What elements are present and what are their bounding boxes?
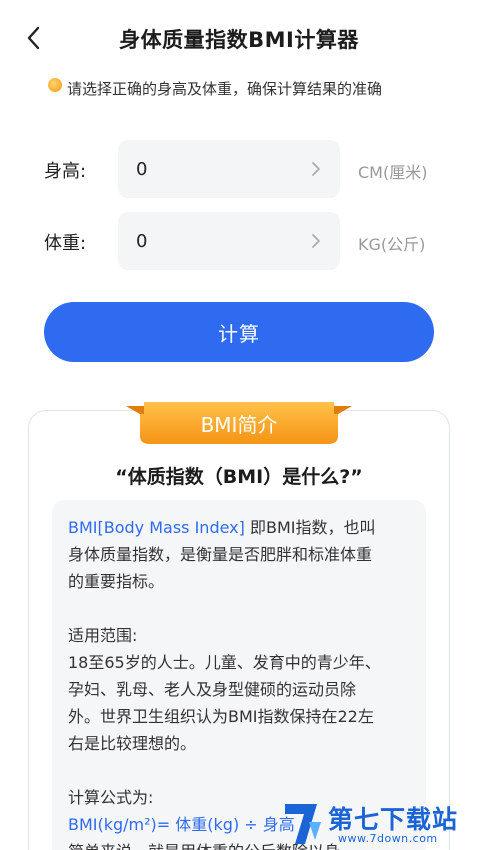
bulb-icon — [48, 78, 62, 92]
header: 身体质量指数BMI计算器 — [0, 0, 478, 80]
intro-line-1: BMI[Body Mass Index] 即BMI指数，也叫 — [68, 514, 410, 541]
intro-line-1-rest: 即BMI指数，也叫 — [244, 518, 376, 537]
weight-value: 0 — [136, 230, 148, 252]
scope-title: 适用范围: — [68, 626, 138, 645]
intro-line-2: 身体质量指数，是衡量是否肥胖和标准体重 — [68, 545, 373, 564]
scope-line-2: 孕妇、乳母、老人及身型健硕的运动员除 — [68, 680, 357, 699]
calculate-button[interactable]: 计算 — [44, 302, 434, 362]
weight-unit: KG(公斤) — [358, 235, 426, 254]
bmi-calculator-page: 身体质量指数BMI计算器 请选择正确的身高及体重，确保计算结果的准确 身高: 0… — [0, 0, 478, 850]
hint-bar: 请选择正确的身高及体重，确保计算结果的准确 — [48, 76, 382, 100]
bmi-info-box: BMI[Body Mass Index] 即BMI指数，也叫 身体质量指数，是衡… — [52, 500, 426, 850]
chevron-right-icon — [312, 234, 320, 248]
height-picker[interactable]: 0 — [118, 140, 340, 198]
page-title: 身体质量指数BMI计算器 — [119, 28, 359, 52]
weight-picker[interactable]: 0 — [118, 212, 340, 270]
intro-line-3: 的重要指标。 — [68, 572, 165, 591]
scope-line-4: 右是比较理想的。 — [68, 734, 197, 753]
weight-label: 体重: — [44, 233, 87, 254]
ribbon-title: BMI简介 — [200, 412, 278, 437]
intro-highlight: BMI[Body Mass Index] — [68, 518, 245, 537]
hint-text: 请选择正确的身高及体重，确保计算结果的准确 — [67, 79, 383, 98]
scope-line-1: 18至65岁的人士。儿童、发育中的青少年、 — [68, 653, 381, 672]
chevron-right-icon — [312, 162, 320, 176]
height-unit: CM(厘米) — [358, 163, 428, 182]
height-label: 身高: — [44, 161, 87, 182]
watermark-logo-icon — [285, 804, 321, 844]
weight-row: 体重: 0 KG(公斤) — [0, 212, 478, 270]
height-row: 身高: 0 CM(厘米) — [0, 140, 478, 198]
scope-line-3: 外。世界卫生组织认为BMI指数保持在22左 — [68, 707, 374, 726]
height-value: 0 — [136, 158, 148, 180]
watermark-url: www.7down.com — [338, 832, 438, 845]
watermark-text: 第七下载站 — [328, 805, 459, 834]
card-question: “体质指数（BMI）是什么?” — [115, 466, 363, 488]
